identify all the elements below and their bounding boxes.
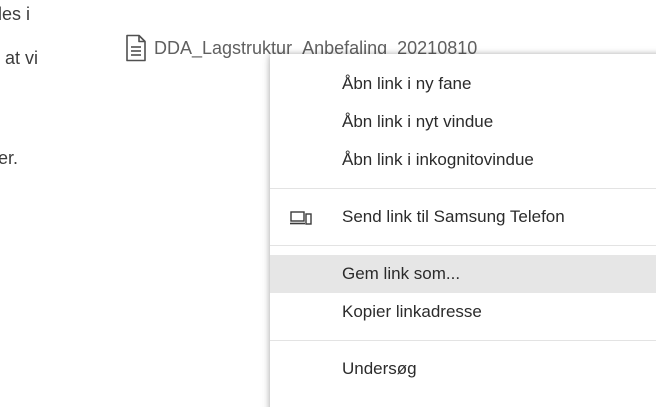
- menu-separator: [270, 340, 656, 341]
- menu-item-label: Åbn link i nyt vindue: [342, 112, 494, 131]
- menu-separator: [270, 188, 656, 189]
- document-text-line: les i: [0, 4, 31, 24]
- devices-icon: [290, 210, 312, 225]
- menu-item-label: Undersøg: [342, 359, 417, 378]
- page: les i at vi er. DDA_Lagstruktur_Anbefali…: [0, 0, 656, 407]
- menu-item-copy-link-address[interactable]: Kopier linkadresse: [270, 293, 656, 331]
- menu-item-open-new-tab[interactable]: Åbn link i ny fane: [270, 65, 656, 103]
- menu-item-inspect[interactable]: Undersøg: [270, 350, 656, 388]
- menu-item-open-incognito[interactable]: Åbn link i inkognitovindue: [270, 141, 656, 179]
- context-menu: Åbn link i ny fane Åbn link i nyt vindue…: [270, 54, 656, 407]
- menu-item-label: Kopier linkadresse: [342, 302, 482, 321]
- menu-item-send-to-device[interactable]: Send link til Samsung Telefon: [270, 198, 656, 236]
- document-text-line: at vi: [5, 48, 39, 68]
- menu-item-save-link-as[interactable]: Gem link som...: [270, 255, 656, 293]
- menu-separator: [270, 245, 656, 246]
- menu-item-label: Åbn link i ny fane: [342, 74, 472, 93]
- menu-item-label: Åbn link i inkognitovindue: [342, 150, 534, 169]
- document-icon: [124, 34, 148, 62]
- menu-item-label: Send link til Samsung Telefon: [342, 207, 565, 226]
- menu-item-open-new-window[interactable]: Åbn link i nyt vindue: [270, 103, 656, 141]
- menu-item-label: Gem link som...: [342, 264, 461, 283]
- document-text-line: er.: [0, 148, 19, 168]
